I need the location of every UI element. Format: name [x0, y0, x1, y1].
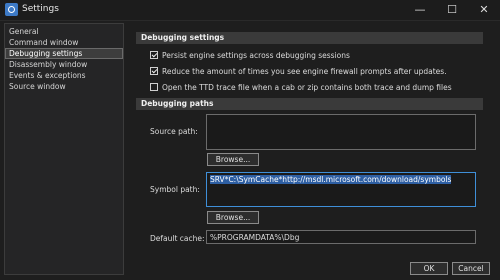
reduce-firewall-prompts-label: Reduce the amount of times you see engin… — [162, 67, 447, 76]
debugging-paths-header: Debugging paths — [136, 98, 483, 110]
default-cache-input[interactable]: %PROGRAMDATA%\Dbg — [206, 230, 476, 244]
title-bar: Settings — ☐ ✕ — [0, 0, 500, 21]
debugging-settings-header: Debugging settings — [136, 32, 483, 44]
persist-settings-label: Persist engine settings across debugging… — [162, 51, 350, 60]
source-path-label: Source path: — [150, 127, 198, 136]
nav-item-general[interactable]: General — [5, 26, 123, 37]
nav-item-command-window[interactable]: Command window — [5, 37, 123, 48]
settings-panel: Debugging settings Persist engine settin… — [130, 23, 497, 263]
open-ttd-trace-checkbox[interactable] — [150, 83, 158, 91]
symbol-path-input[interactable]: SRV*C:\SymCache*http://msdl.microsoft.co… — [206, 172, 476, 207]
source-path-browse-button[interactable]: Browse... — [207, 153, 259, 166]
nav-item-events-exceptions[interactable]: Events & exceptions — [5, 70, 123, 81]
nav-item-debugging-settings[interactable]: Debugging settings — [5, 48, 123, 59]
symbol-path-browse-button[interactable]: Browse... — [207, 211, 259, 224]
persist-settings-checkbox[interactable] — [150, 51, 158, 59]
reduce-firewall-prompts-checkbox[interactable] — [150, 67, 158, 75]
source-path-input[interactable] — [206, 114, 476, 150]
ok-button[interactable]: OK — [410, 262, 448, 275]
minimize-icon[interactable]: — — [404, 0, 436, 20]
settings-app-icon — [5, 3, 18, 16]
symbol-path-value: SRV*C:\SymCache*http://msdl.microsoft.co… — [210, 175, 452, 184]
window-title: Settings — [22, 4, 59, 14]
nav-item-disassembly-window[interactable]: Disassembly window — [5, 59, 123, 70]
maximize-icon[interactable]: ☐ — [436, 0, 468, 20]
symbol-path-label: Symbol path: — [150, 185, 200, 194]
nav-item-source-window[interactable]: Source window — [5, 81, 123, 92]
settings-nav: General Command window Debugging setting… — [4, 23, 124, 275]
default-cache-label: Default cache: — [150, 234, 205, 243]
cancel-button[interactable]: Cancel — [452, 262, 490, 275]
open-ttd-trace-label: Open the TTD trace file when a cab or zi… — [162, 83, 452, 92]
close-icon[interactable]: ✕ — [468, 0, 500, 20]
